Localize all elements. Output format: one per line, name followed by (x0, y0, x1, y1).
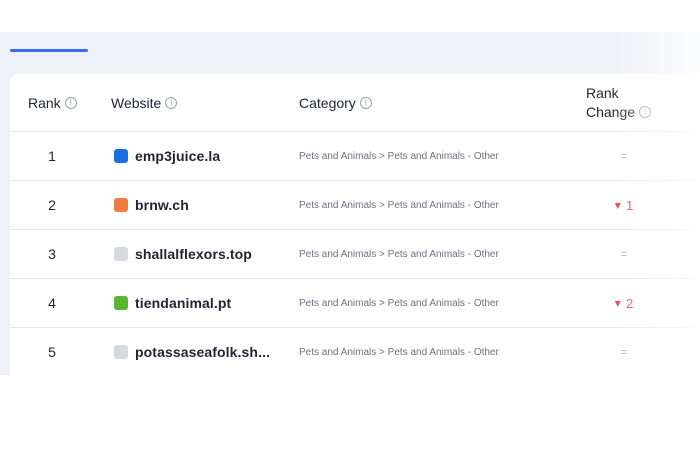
rank-cell: 4 (48, 295, 56, 311)
website-name: brnw.ch (135, 197, 189, 213)
website-link[interactable]: brnw.ch (114, 181, 189, 229)
category-cell: Pets and Animals > Pets and Animals - Ot… (299, 150, 499, 162)
site-favicon-icon (114, 296, 128, 310)
table-row[interactable]: 4 tiendanimal.pt Pets and Animals > Pets a… (10, 279, 700, 328)
top-bar (0, 0, 700, 32)
category-cell: Pets and Animals > Pets and Animals - Ot… (299, 248, 499, 260)
info-icon[interactable]: i (165, 96, 178, 109)
table-row[interactable]: 3 shallalflexors.top Pets and Animals > Pe… (10, 230, 700, 279)
category-cell: Pets and Animals > Pets and Animals - Ot… (299, 346, 499, 358)
header-website-label: Website (111, 94, 162, 111)
table-row[interactable]: 1 emp3juice.la Pets and Animals > Pets and… (10, 132, 700, 181)
website-name: tiendanimal.pt (135, 295, 232, 311)
website-link[interactable]: potassaseafolk.sh... (114, 328, 270, 375)
site-favicon-icon (114, 247, 128, 261)
rank-cell: 3 (48, 246, 56, 262)
rank-cell: 5 (48, 344, 56, 360)
website-name: shallalflexors.top (135, 246, 252, 262)
category-cell: Pets and Animals > Pets and Animals - Ot… (299, 199, 499, 211)
site-favicon-icon (114, 149, 128, 163)
header-website[interactable]: Website i (111, 74, 178, 131)
table-header: Rank i Website i Category i Rank Change … (10, 74, 700, 132)
website-link[interactable]: tiendanimal.pt (114, 279, 231, 327)
website-link[interactable]: emp3juice.la (114, 132, 220, 180)
rank-cell: 1 (48, 148, 56, 164)
header-category[interactable]: Category i (299, 74, 372, 131)
table-row[interactable]: 2 brnw.ch Pets and Animals > Pets and Anim… (10, 181, 700, 230)
website-name: emp3juice.la (135, 148, 221, 164)
header-rank-label: Rank (28, 94, 61, 111)
rank-cell: 2 (48, 197, 56, 213)
website-link[interactable]: shallalflexors.top (114, 230, 252, 278)
active-tab-indicator[interactable] (10, 49, 88, 52)
website-name: potassaseafolk.sh... (135, 344, 271, 360)
header-rank[interactable]: Rank i (28, 74, 77, 131)
ranking-table: Rank i Website i Category i Rank Change … (10, 74, 700, 375)
right-edge-fade (610, 32, 700, 375)
site-favicon-icon (114, 198, 128, 212)
category-cell: Pets and Animals > Pets and Animals - Ot… (299, 297, 499, 309)
table-row[interactable]: 5 potassaseafolk.sh... Pets and Animals > … (10, 328, 700, 375)
header-category-label: Category (299, 94, 356, 111)
info-icon[interactable]: i (64, 96, 77, 109)
info-icon[interactable]: i (359, 96, 372, 109)
site-favicon-icon (114, 345, 128, 359)
